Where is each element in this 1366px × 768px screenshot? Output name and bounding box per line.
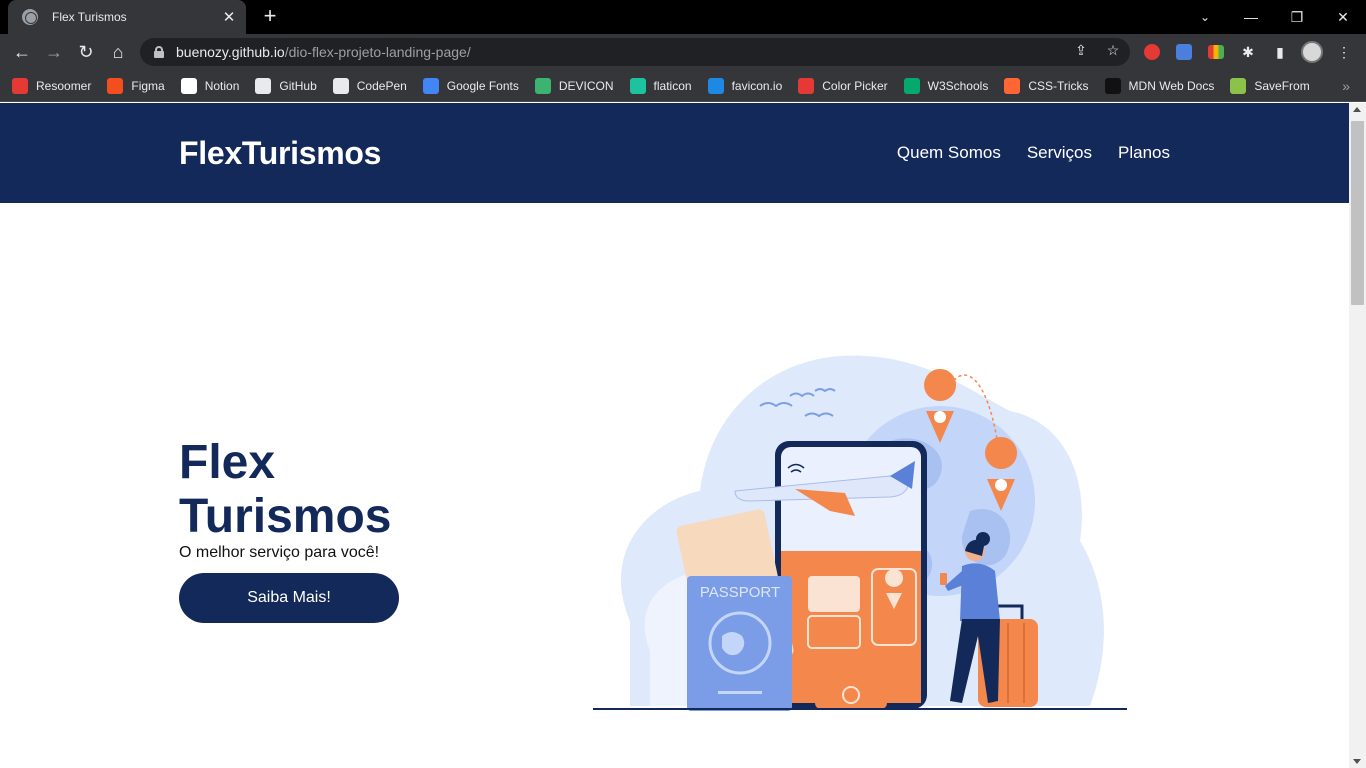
bookmark-favicon-io[interactable]: favicon.io — [707, 77, 783, 94]
browser-toolbar: ← → ↻ ⌂ buenozy.github.io/dio-flex-proje… — [0, 34, 1366, 70]
bookmark-css-tricks[interactable]: CSS-Tricks — [1004, 77, 1089, 94]
site-logo[interactable]: FlexTurismos — [179, 135, 381, 172]
bookmark-label: Notion — [204, 78, 240, 93]
new-tab-button[interactable]: + — [258, 5, 282, 29]
side-panel-icon[interactable]: ▮ — [1268, 38, 1292, 66]
star-icon[interactable]: ☆ — [1102, 42, 1124, 62]
nav-servicos[interactable]: Serviços — [1027, 143, 1092, 163]
share-icon[interactable]: ⇪ — [1070, 42, 1092, 62]
bookmark-favicon-icon — [903, 77, 920, 94]
extensions-area: ✱ ▮ ⋮ — [1140, 38, 1356, 66]
bookmark-savefrom[interactable]: SaveFrom — [1230, 77, 1310, 94]
bookmarks-bar: Resoomer Figma Notion GitHub CodePen Google F… — [0, 70, 1366, 102]
reload-icon[interactable]: ↻ — [72, 38, 100, 66]
location-pin-icon — [924, 369, 957, 401]
browser-tabbar: Flex Turismos ✕ + ⌄ — ❐ ✕ — [0, 0, 1366, 34]
bookmark-github[interactable]: GitHub — [255, 77, 317, 94]
passport-label: PASSPORT — [700, 584, 780, 601]
bookmark-label: CSS-Tricks — [1028, 78, 1089, 93]
bookmark-favicon-icon — [422, 77, 439, 94]
bookmark-resoomer[interactable]: Resoomer — [12, 77, 92, 94]
scroll-thumb[interactable] — [1351, 121, 1364, 305]
bookmark-favicon-icon — [707, 77, 724, 94]
tab-search-icon[interactable]: ⌄ — [1194, 6, 1216, 28]
bookmark-favicon-icon — [534, 77, 551, 94]
bookmark-label: CodePen — [356, 78, 407, 93]
bookmark-label: Resoomer — [36, 78, 92, 93]
bookmark-label: flaticon — [653, 78, 692, 93]
bookmark-flaticon[interactable]: flaticon — [629, 77, 692, 94]
hero-subtitle: O melhor serviço para você! — [179, 544, 380, 561]
bookmark-label: Google Fonts — [446, 78, 519, 93]
url-host: buenozy.github.io — [176, 44, 285, 60]
hero-title: Flex Turismos — [179, 436, 392, 543]
translate-extension-icon[interactable] — [1172, 38, 1196, 66]
bookmark-mdn-web-docs[interactable]: MDN Web Docs — [1104, 77, 1215, 94]
avatar[interactable] — [1300, 38, 1324, 66]
bookmark-label: MDN Web Docs — [1128, 78, 1215, 93]
bookmark-label: GitHub — [279, 78, 317, 93]
bookmark-favicon-icon — [1004, 77, 1021, 94]
bookmark-label: Figma — [131, 78, 165, 93]
nav-planos[interactable]: Planos — [1118, 143, 1170, 163]
location-pin-icon — [985, 437, 1018, 469]
back-icon[interactable]: ← — [8, 38, 36, 66]
bookmark-label: Color Picker — [822, 78, 888, 93]
adblock-extension-icon[interactable] — [1140, 38, 1164, 66]
bookmark-figma[interactable]: Figma — [107, 77, 165, 94]
minimize-icon[interactable]: — — [1228, 0, 1274, 34]
bookmark-favicon-icon — [180, 77, 197, 94]
home-icon[interactable]: ⌂ — [104, 38, 132, 66]
tab-title: Flex Turismos — [52, 10, 127, 24]
page-scrollbar[interactable] — [1349, 103, 1366, 768]
bookmark-favicon-icon — [255, 77, 272, 94]
page-viewport: FlexTurismos Quem Somos Serviços Planos … — [0, 103, 1349, 768]
bookmark-favicon-icon — [332, 77, 349, 94]
bookmark-w3schools[interactable]: W3Schools — [903, 77, 989, 94]
nav-quem-somos[interactable]: Quem Somos — [897, 143, 1001, 163]
site-nav: Quem Somos Serviços Planos — [897, 143, 1170, 163]
bookmark-devicon[interactable]: DEVICON — [534, 77, 614, 94]
bookmark-label: SaveFrom — [1254, 78, 1310, 93]
bookmark-favicon-icon — [1104, 77, 1121, 94]
bookmark-favicon-icon — [798, 77, 815, 94]
bookmark-color-picker[interactable]: Color Picker — [798, 77, 888, 94]
person-body — [960, 563, 1000, 621]
browser-tab[interactable]: Flex Turismos ✕ — [8, 0, 246, 34]
bookmark-label: W3Schools — [927, 78, 989, 93]
bookmark-favicon-icon — [12, 77, 28, 94]
more-bookmarks-icon[interactable]: » — [1342, 78, 1350, 94]
bookmark-label: DEVICON — [558, 78, 614, 93]
puzzle-icon[interactable]: ✱ — [1236, 38, 1260, 66]
bookmark-label: favicon.io — [731, 78, 783, 93]
bookmark-google-fonts[interactable]: Google Fonts — [422, 77, 519, 94]
globe-icon — [22, 9, 38, 25]
window-controls: — ❐ ✕ — [1228, 0, 1366, 34]
phone-in-hand-icon — [940, 573, 947, 585]
restore-icon[interactable]: ❐ — [1274, 0, 1320, 34]
forward-icon[interactable]: → — [40, 38, 68, 66]
bookmark-codepen[interactable]: CodePen — [332, 77, 407, 94]
close-window-icon[interactable]: ✕ — [1320, 0, 1366, 34]
bookmark-favicon-icon — [1230, 77, 1247, 94]
bookmark-notion[interactable]: Notion — [180, 77, 240, 94]
travel-illustration: PASSPORT — [593, 355, 1127, 711]
saiba-mais-button[interactable]: Saiba Mais! — [179, 573, 399, 623]
menu-dots-icon[interactable]: ⋮ — [1332, 38, 1356, 66]
url-path: /dio-flex-projeto-landing-page/ — [284, 44, 471, 60]
scroll-down-icon[interactable] — [1353, 759, 1361, 764]
bookmark-favicon-icon — [107, 77, 124, 94]
color-extension-icon[interactable] — [1204, 38, 1228, 66]
address-bar[interactable]: buenozy.github.io/dio-flex-projeto-landi… — [140, 38, 1130, 66]
lock-icon — [154, 46, 164, 58]
site-header: FlexTurismos Quem Somos Serviços Planos — [0, 103, 1349, 203]
close-tab-icon[interactable]: ✕ — [220, 8, 238, 26]
bookmark-favicon-icon — [629, 77, 646, 94]
scroll-up-icon[interactable] — [1353, 107, 1361, 112]
confirm-button-graphic — [815, 681, 887, 709]
